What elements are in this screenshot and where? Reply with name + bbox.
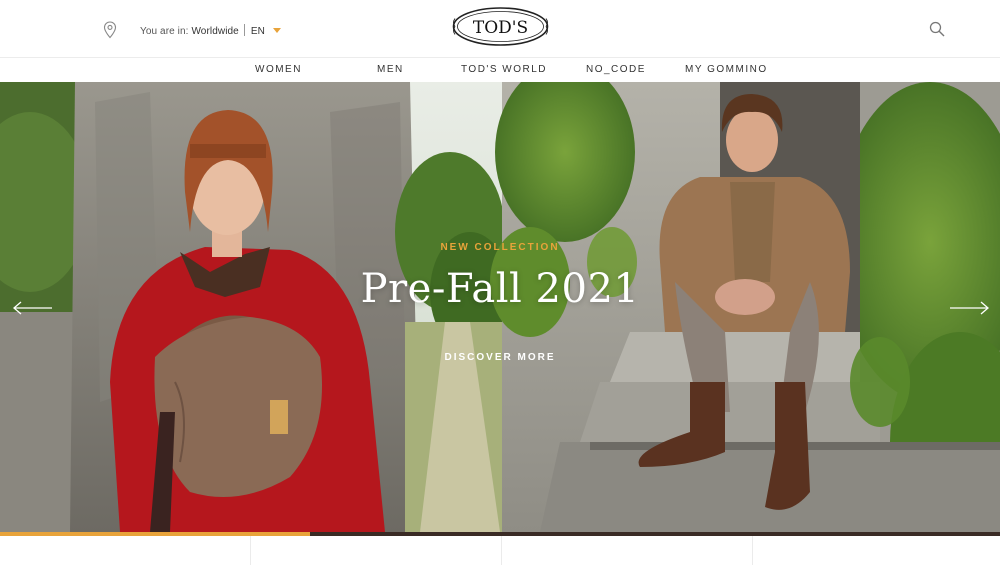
main-navigation: WOMEN MEN TOD'S WORLD NO_CODE MY GOMMINO [0,58,1000,82]
location-prefix: You are in: [140,26,189,37]
grid-divider [501,536,502,565]
content-grid-strip [0,536,1000,565]
location-divider [243,24,245,36]
discover-more-link[interactable]: DISCOVER MORE [444,352,555,363]
location-selector[interactable]: You are in: Worldwide EN [140,24,281,37]
hero-overlay: NEW COLLECTION Pre-Fall 2021 DISCOVER MO… [0,82,1000,532]
hero-banner[interactable]: NEW COLLECTION Pre-Fall 2021 DISCOVER MO… [0,82,1000,532]
chevron-down-icon[interactable] [272,28,281,33]
logo-text: TOD'S [473,18,528,38]
hero-eyebrow: NEW COLLECTION [440,242,560,253]
site-header: You are in: Worldwide EN TOD'S [0,0,1000,58]
location-pin-icon[interactable] [103,21,117,39]
arrow-left-icon[interactable] [12,300,54,316]
hero-cta-row: DISCOVER MORE [0,347,1000,365]
arrow-right-icon[interactable] [948,300,990,316]
location-value: Worldwide [191,26,239,37]
search-icon[interactable] [929,21,945,37]
language-selector[interactable]: EN [251,26,265,37]
nav-item-no-code[interactable]: NO_CODE [586,64,646,75]
hero-headline: Pre-Fall 2021 [360,266,640,312]
nav-item-women[interactable]: WOMEN [255,64,302,75]
nav-item-men[interactable]: MEN [377,64,404,75]
grid-divider [752,536,753,565]
tods-logo[interactable]: TOD'S [451,6,550,47]
nav-item-my-gommino[interactable]: MY GOMMINO [685,64,768,75]
nav-item-tods-world[interactable]: TOD'S WORLD [461,64,547,75]
grid-divider [250,536,251,565]
